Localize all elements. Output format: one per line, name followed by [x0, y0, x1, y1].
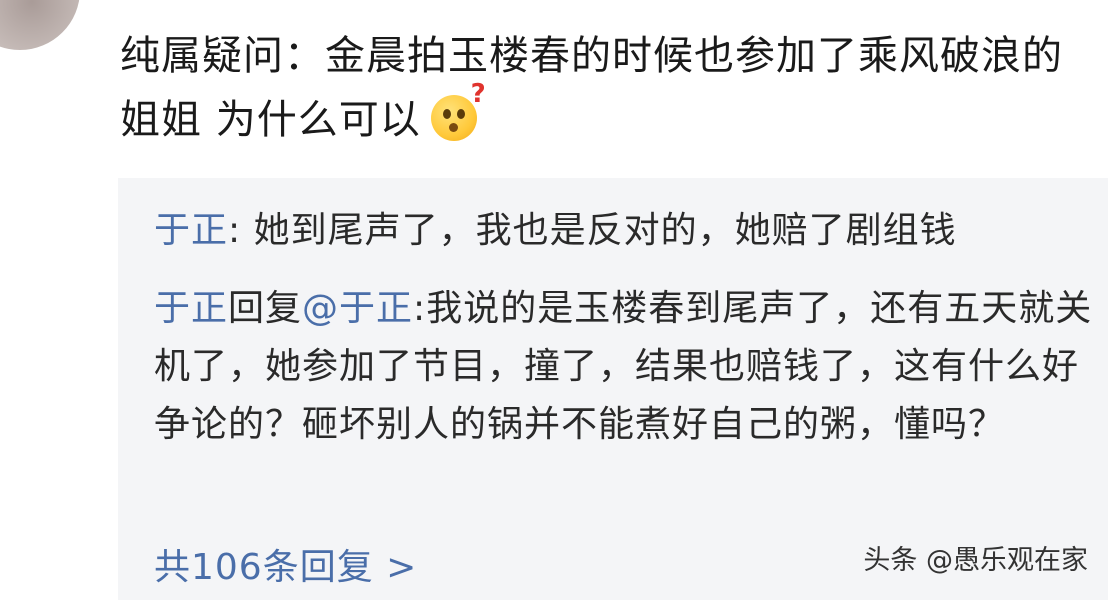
reply-thread: 于正: 她到尾声了，我也是反对的，她赔了剧组钱 于正回复@于正:我说的是玉楼春到…: [118, 178, 1108, 600]
reply-username[interactable]: 于正: [154, 210, 228, 251]
comment-text: 纯属疑问：金晨拍玉楼春的时候也参加了乘风破浪的姐姐 为什么可以: [120, 33, 1063, 143]
watermark: 头条 @愚乐观在家: [863, 545, 1088, 576]
reply-item: 于正回复@于正:我说的是玉楼春到尾声了，还有五天就关机了，她参加了节目，撞了，结…: [154, 280, 1094, 454]
comment: 纯属疑问：金晨拍玉楼春的时候也参加了乘风破浪的姐姐 为什么可以?: [120, 24, 1095, 152]
thinking-question-emoji-icon: ?: [430, 81, 486, 141]
reply-username[interactable]: 于正: [154, 288, 228, 329]
reply-separator: :: [228, 210, 254, 251]
reply-separator: :: [413, 288, 427, 329]
reply-word: 回复: [228, 288, 303, 329]
more-replies-link[interactable]: 共106条回复 >: [154, 544, 417, 592]
reply-text: 她到尾声了，我也是反对的，她赔了剧组钱: [253, 210, 957, 251]
avatar[interactable]: [0, 0, 80, 50]
reply-item: 于正: 她到尾声了，我也是反对的，她赔了剧组钱: [154, 202, 1094, 260]
reply-mention[interactable]: @于正: [302, 288, 413, 329]
